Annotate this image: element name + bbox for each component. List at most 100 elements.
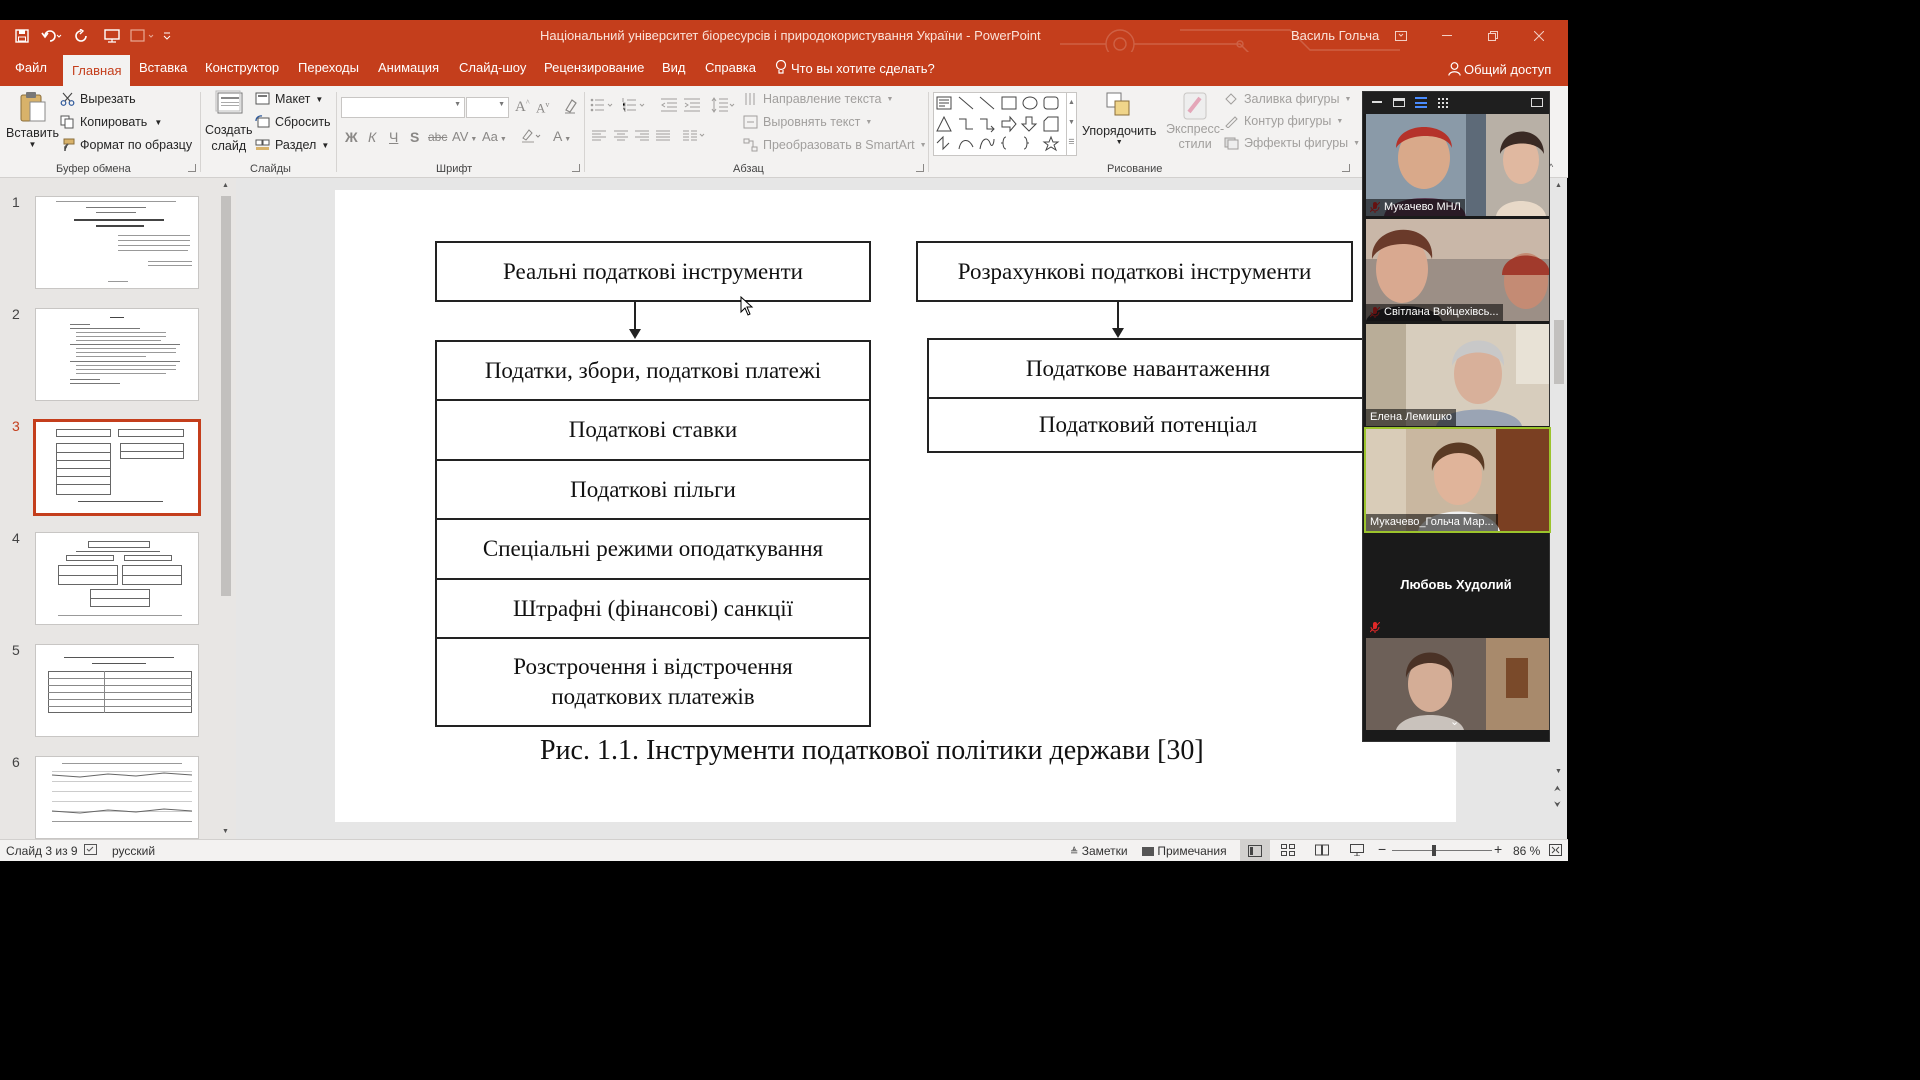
paste-button[interactable]: Вставить ▼ (6, 90, 59, 149)
italic-button[interactable]: К (368, 129, 376, 145)
gallery-view-icon[interactable] (1437, 97, 1449, 109)
font-name-field[interactable]: ▼ (341, 97, 465, 118)
left-header-box[interactable]: Реальні податкові інструменти (435, 241, 871, 302)
copy-button[interactable]: Копировать ▼ (60, 115, 162, 129)
layout-button[interactable]: Макет ▼ (255, 92, 323, 106)
strip-view-icon[interactable] (1415, 97, 1427, 108)
tell-me-search[interactable]: Что вы хотите сделать? (775, 59, 935, 78)
decrease-indent-icon[interactable] (660, 97, 678, 117)
editor-scroll-thumb[interactable] (1554, 320, 1564, 384)
tab-insert[interactable]: Вставка (139, 60, 187, 75)
figure-caption[interactable]: Рис. 1.1. Інструменти податкової політик… (540, 735, 1204, 767)
increase-font-icon[interactable]: A^ (515, 98, 530, 116)
right-header-box[interactable]: Розрахункові податкові інструменти (916, 241, 1353, 302)
shape-fill-button[interactable]: Заливка фигуры ▼ (1224, 92, 1351, 106)
format-painter-button[interactable]: Формат по образцу (60, 138, 192, 152)
highlight-icon[interactable] (520, 128, 544, 148)
notes-button[interactable]: ≜ Заметки (1070, 844, 1128, 858)
next-slide-icon[interactable]: ⮟ (1554, 800, 1561, 810)
participant-video[interactable]: ⌄ (1366, 638, 1549, 730)
reset-button[interactable]: Сбросить (255, 115, 331, 129)
scroll-down-participants-icon[interactable]: ⌄ (1450, 715, 1459, 728)
left-item-box[interactable]: Податки, збори, податкові платежі (435, 340, 871, 401)
align-text-button[interactable]: Выровнять текст ▼ (743, 115, 872, 129)
participant-video[interactable]: Мукачево МНЛ (1366, 114, 1549, 216)
character-spacing-button[interactable]: AV ▼ (452, 129, 477, 144)
minimize-icon[interactable] (1424, 24, 1470, 48)
tab-slideshow[interactable]: Слайд-шоу (459, 60, 526, 75)
left-item-box[interactable]: Штрафні (фінансові) санкції (435, 578, 871, 639)
align-left-icon[interactable] (592, 130, 606, 146)
tab-review[interactable]: Рецензирование (544, 60, 644, 75)
scroll-down-icon[interactable]: ▼ (222, 828, 229, 835)
close-icon[interactable] (1516, 24, 1562, 48)
editor-scroll-up-icon[interactable]: ▲ (1555, 182, 1562, 189)
editor-scrollbar[interactable]: ▲ ▼ ⮝ ⮟ (1551, 178, 1567, 839)
zoom-slider-thumb[interactable] (1432, 845, 1436, 856)
drawing-dialog-launcher[interactable] (1342, 164, 1350, 172)
tab-file[interactable]: Файл (15, 60, 47, 75)
justify-icon[interactable] (656, 130, 670, 146)
section-button[interactable]: Раздел ▼ (255, 138, 329, 152)
right-item-box[interactable]: Податковий потенціал (927, 397, 1367, 453)
font-dialog-launcher[interactable] (572, 164, 580, 172)
start-slideshow-icon[interactable] (100, 26, 124, 46)
share-button[interactable]: Общий доступ (1448, 62, 1551, 79)
save-icon[interactable] (10, 26, 34, 46)
undo-icon[interactable] (40, 26, 64, 46)
left-item-box[interactable]: Спеціальні режими оподаткування (435, 518, 871, 580)
text-direction-button[interactable]: Направление текста ▼ (743, 92, 893, 106)
signed-in-user[interactable]: Василь Гольча (1291, 28, 1379, 43)
left-item-box[interactable]: Податкові ставки (435, 399, 871, 461)
customize-qat-icon[interactable] (160, 26, 174, 46)
thumbnail-scroll-thumb[interactable] (221, 196, 231, 596)
normal-view-icon[interactable] (1240, 840, 1270, 861)
numbering-icon[interactable] (622, 97, 648, 117)
bullets-icon[interactable] (590, 97, 616, 117)
shapes-scroll[interactable]: ▲ ▼ ☰ (1066, 93, 1076, 155)
left-item-box[interactable]: Розстрочення і відстрочення податкових п… (435, 637, 871, 727)
language-indicator[interactable]: русский (112, 844, 155, 858)
shapes-gallery[interactable]: ▲ ▼ ☰ (933, 92, 1077, 156)
tab-home[interactable]: Главная (63, 55, 131, 86)
zoom-level[interactable]: 86 % (1513, 844, 1540, 858)
underline-button[interactable]: Ч (389, 129, 398, 145)
zoom-in-button[interactable]: + (1494, 841, 1502, 857)
editor-scroll-down-icon[interactable]: ▼ (1555, 768, 1562, 775)
spelling-check-icon[interactable] (84, 844, 98, 859)
slide-thumbnail[interactable] (35, 532, 199, 625)
participant-name-no-video[interactable]: Любовь Худолий (1363, 577, 1549, 592)
paragraph-dialog-launcher[interactable] (916, 164, 924, 172)
expand-panel-icon[interactable] (1531, 98, 1543, 107)
right-item-box[interactable]: Податкове навантаження (927, 338, 1367, 399)
columns-icon[interactable] (683, 130, 707, 146)
comments-button[interactable]: Примечания (1142, 844, 1227, 858)
new-slide-button[interactable]: Создать слайд (205, 90, 253, 154)
clipboard-dialog-launcher[interactable] (188, 164, 196, 172)
participant-video[interactable]: Світлана Войцехівсь... (1366, 219, 1549, 321)
increase-indent-icon[interactable] (683, 97, 701, 117)
tab-animations[interactable]: Анимация (378, 60, 439, 75)
scroll-up-icon[interactable]: ▲ (222, 182, 229, 189)
zoom-out-button[interactable]: − (1378, 841, 1386, 857)
bold-button[interactable]: Ж (345, 129, 358, 145)
font-size-field[interactable]: ▼ (466, 97, 509, 118)
align-right-icon[interactable] (635, 130, 649, 146)
zoom-slider[interactable] (1392, 845, 1492, 856)
align-center-icon[interactable] (614, 130, 628, 146)
cut-button[interactable]: Вырезать (60, 92, 136, 106)
arrange-button[interactable]: Упорядочить ▼ (1082, 90, 1156, 146)
ribbon-display-options-icon[interactable] (1378, 24, 1424, 48)
slide-sorter-icon[interactable] (1281, 844, 1295, 859)
reading-view-icon[interactable] (1315, 844, 1329, 859)
tab-transitions[interactable]: Переходы (298, 60, 359, 75)
participant-video[interactable]: Елена Лемишко (1366, 324, 1549, 426)
convert-smartart-button[interactable]: Преобразовать в SmartArt ▼ (743, 138, 927, 152)
previous-slide-icon[interactable]: ⮝ (1554, 784, 1561, 794)
line-spacing-icon[interactable] (711, 97, 735, 117)
decrease-font-icon[interactable]: Av (536, 100, 549, 116)
speaker-view-icon[interactable] (1393, 98, 1405, 107)
restore-icon[interactable] (1470, 24, 1516, 48)
slide-thumbnail[interactable] (35, 644, 199, 737)
fit-to-window-icon[interactable] (1549, 844, 1562, 859)
